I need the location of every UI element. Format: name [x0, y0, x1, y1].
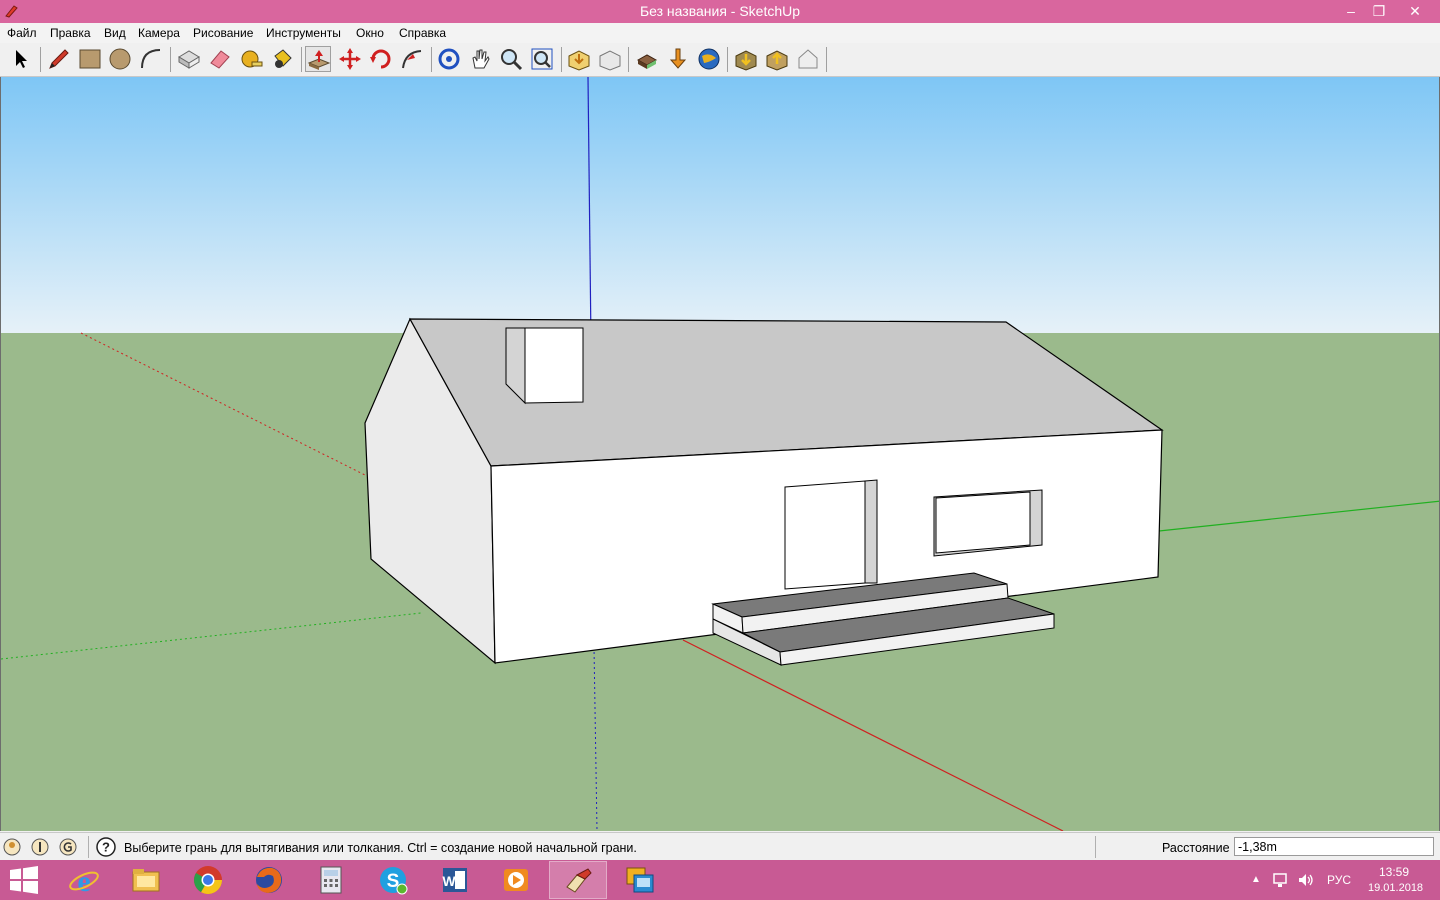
svg-text:e: e: [77, 865, 90, 896]
minimize-button[interactable]: –: [1336, 0, 1366, 22]
skype-icon[interactable]: S: [364, 861, 422, 899]
circle-icon[interactable]: [107, 46, 133, 72]
pencil-icon[interactable]: [46, 46, 72, 72]
status-separator: [1095, 836, 1096, 858]
sketchup-icon[interactable]: [549, 861, 607, 899]
help-icon[interactable]: ?: [96, 837, 116, 857]
paint-bucket-icon[interactable]: [269, 46, 295, 72]
preview-icon[interactable]: [764, 46, 790, 72]
window-title: Без названия - SketchUp: [639, 3, 801, 19]
status-bar: ? Выберите грань для вытягивания или тол…: [0, 832, 1440, 861]
menu-tools[interactable]: Инструменты: [266, 26, 341, 40]
credits-status-icon[interactable]: [31, 838, 49, 856]
window-pane: [935, 491, 1031, 554]
get-models-icon[interactable]: [566, 46, 592, 72]
select-icon[interactable]: [8, 46, 34, 72]
measurement-label: Расстояние: [1162, 841, 1230, 855]
firefox-icon[interactable]: [240, 861, 298, 899]
menu-window[interactable]: Окно: [356, 26, 384, 40]
windows-taskbar: e S W ▲ РУС 13:59 19.01.2018: [0, 860, 1440, 900]
make-component-icon[interactable]: [176, 46, 202, 72]
geo-location-status-icon[interactable]: [3, 838, 21, 856]
layout-icon[interactable]: [611, 861, 669, 899]
toolbar-separator: [727, 47, 728, 72]
clock-date[interactable]: 19.01.2018: [1368, 882, 1423, 894]
volume-icon[interactable]: [1297, 872, 1315, 888]
google-earth-icon[interactable]: [696, 46, 722, 72]
tape-measure-icon[interactable]: [238, 46, 264, 72]
measurement-input[interactable]: -1,38m: [1234, 837, 1434, 856]
toolbar-separator: [628, 47, 629, 72]
internet-explorer-icon[interactable]: e: [55, 861, 113, 899]
door: [784, 480, 866, 590]
close-button[interactable]: ✕: [1398, 0, 1432, 22]
network-icon[interactable]: [1272, 872, 1290, 888]
media-player-icon[interactable]: [487, 861, 545, 899]
sky: [1, 77, 1439, 333]
restore-button[interactable]: ❐: [1364, 0, 1394, 22]
orbit-icon[interactable]: [436, 46, 462, 72]
title-bar: Без названия - SketchUp – ❐ ✕: [0, 0, 1440, 23]
show-hidden-icons-icon[interactable]: ▲: [1251, 874, 1261, 885]
start-icon[interactable]: [0, 861, 48, 899]
file-explorer-icon[interactable]: [117, 861, 175, 899]
toolbar-separator: [170, 47, 171, 72]
svg-text:W: W: [442, 873, 456, 889]
status-separator: [88, 836, 89, 858]
arc-icon[interactable]: [138, 46, 164, 72]
geo-location-icon[interactable]: [733, 46, 759, 72]
menu-draw[interactable]: Рисование: [193, 26, 253, 40]
menu-edit[interactable]: Правка: [50, 26, 91, 40]
menu-bar: Файл Правка Вид Камера Рисование Инструм…: [0, 23, 1440, 43]
share-model-icon[interactable]: [597, 46, 623, 72]
photo-textures-icon[interactable]: [795, 46, 821, 72]
eraser-icon[interactable]: [207, 46, 233, 72]
chrome-icon[interactable]: [179, 861, 237, 899]
menu-view[interactable]: Вид: [104, 26, 126, 40]
door-jamb: [864, 479, 878, 584]
3d-warehouse-icon[interactable]: [634, 46, 660, 72]
language-indicator[interactable]: РУС: [1327, 873, 1351, 887]
toolbar-separator: [826, 47, 827, 72]
zoom-extents-icon[interactable]: [529, 46, 555, 72]
extension-warehouse-icon[interactable]: [665, 46, 691, 72]
toolbar-separator: [561, 47, 562, 72]
user-status-icon[interactable]: [59, 838, 77, 856]
chimney-front: [524, 327, 584, 404]
calculator-icon[interactable]: [302, 861, 360, 899]
svg-text:?: ?: [102, 840, 110, 855]
clock-time[interactable]: 13:59: [1379, 865, 1409, 879]
status-message: Выберите грань для вытягивания или толка…: [124, 841, 637, 855]
push-pull-icon[interactable]: [305, 46, 331, 72]
drawing-viewport[interactable]: [0, 77, 1440, 831]
move-icon[interactable]: [337, 46, 363, 72]
follow-me-icon[interactable]: [399, 46, 425, 72]
rotate-icon[interactable]: [368, 46, 394, 72]
word-icon[interactable]: W: [426, 861, 484, 899]
pan-icon[interactable]: [467, 46, 493, 72]
toolbar-separator: [40, 47, 41, 72]
scene-canvas[interactable]: [1, 77, 1440, 831]
main-toolbar: [0, 43, 1440, 77]
menu-file[interactable]: Файл: [7, 26, 37, 40]
toolbar-separator: [301, 47, 302, 72]
menu-camera[interactable]: Камера: [138, 26, 180, 40]
zoom-icon[interactable]: [498, 46, 524, 72]
toolbar-separator: [431, 47, 432, 72]
rectangle-icon[interactable]: [77, 46, 103, 72]
menu-help[interactable]: Справка: [399, 26, 446, 40]
